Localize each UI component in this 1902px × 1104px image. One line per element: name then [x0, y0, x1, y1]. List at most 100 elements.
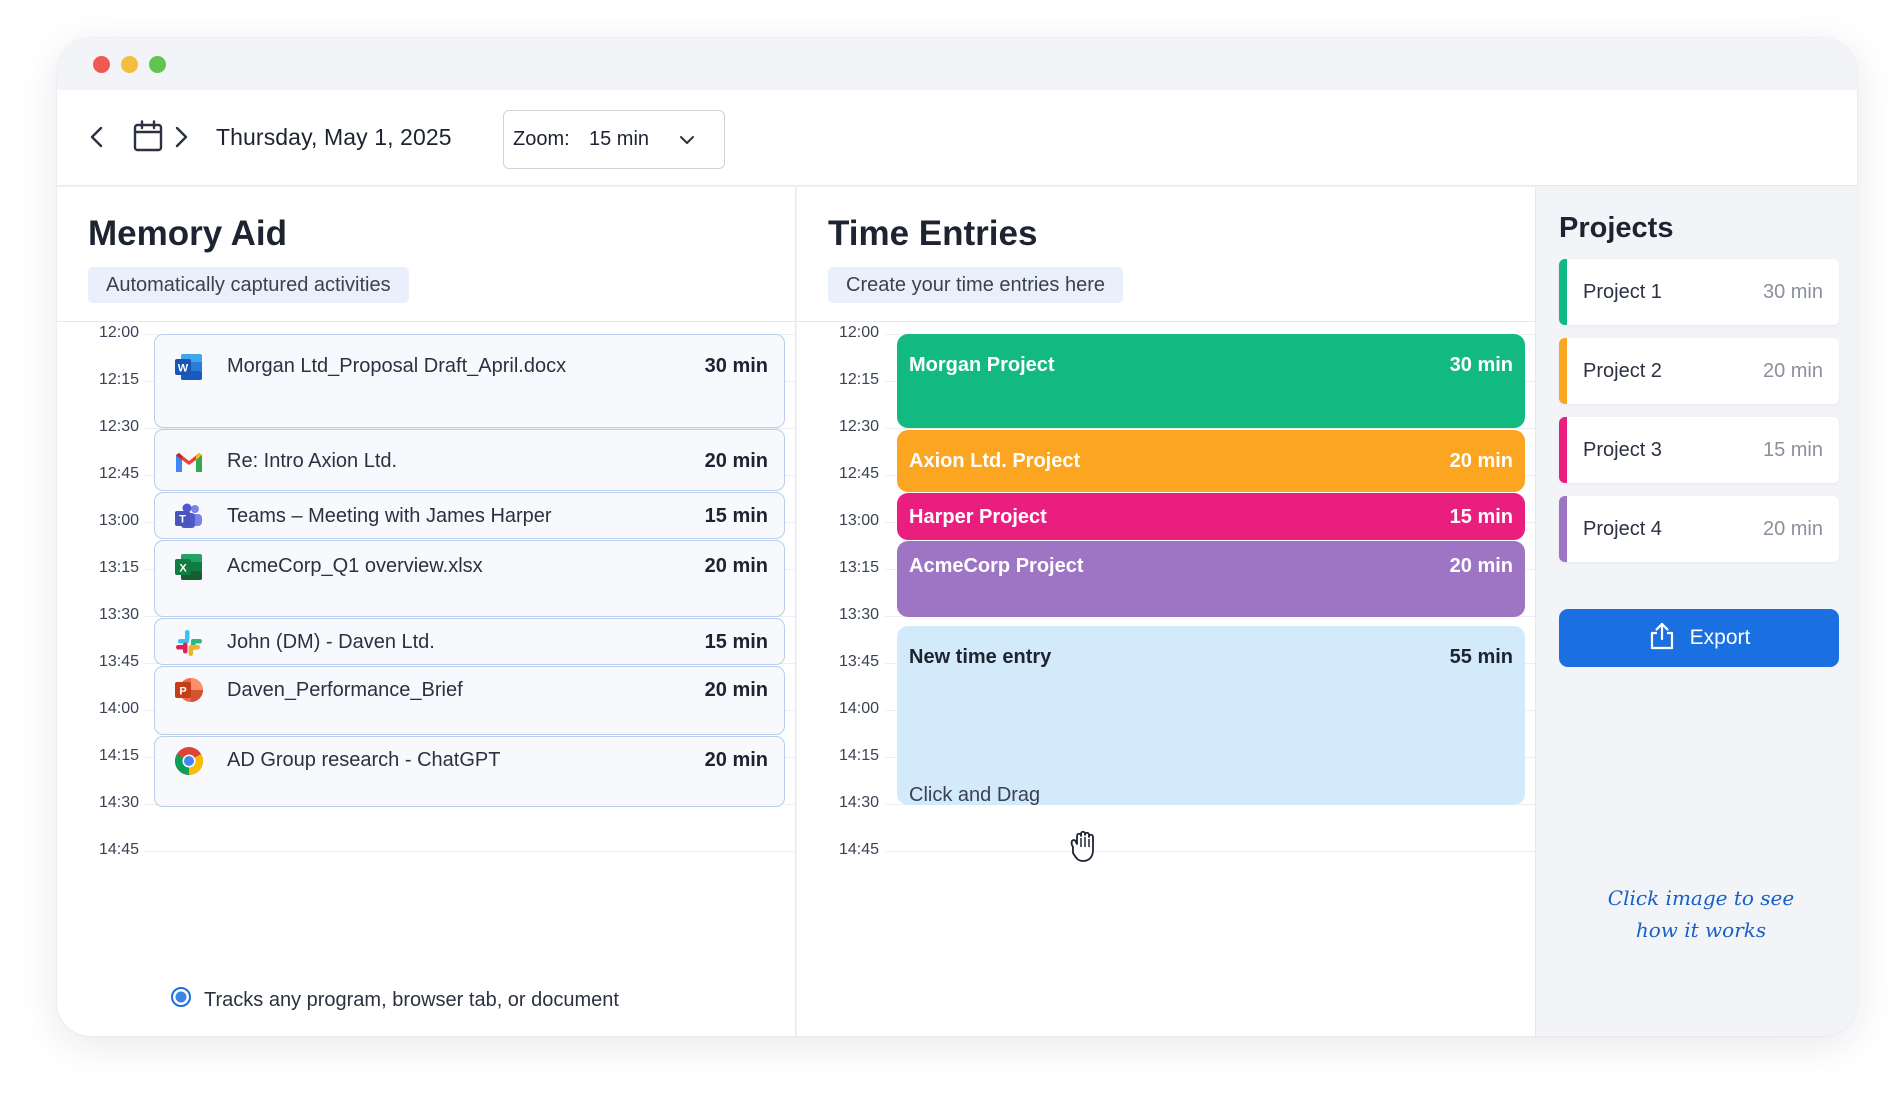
activity-name: John (DM) - Daven Ltd. [227, 631, 435, 654]
time-tick-label: 13:45 [797, 653, 879, 671]
calendar-icon[interactable] [133, 120, 163, 152]
svg-text:X: X [179, 563, 187, 575]
activity-item[interactable]: AD Group research - ChatGPT 20 min [154, 736, 785, 807]
hint-line-2: how it works [1596, 914, 1806, 946]
projects-title: Projects [1559, 212, 1673, 245]
project-duration: 20 min [1763, 518, 1823, 541]
time-entries-timeline: 14:4514:3014:1514:0013:4513:3013:1513:00… [797, 323, 1535, 1036]
excel-icon: X [173, 551, 205, 583]
close-window-button[interactable] [93, 56, 110, 73]
time-tick-label: 13:00 [57, 512, 139, 530]
time-tick-label: 12:00 [57, 324, 139, 342]
activity-name: Morgan Ltd_Proposal Draft_April.docx [227, 355, 566, 378]
slack-icon [173, 627, 205, 659]
time-tick-label: 14:30 [797, 794, 879, 812]
memory-aid-title: Memory Aid [88, 214, 287, 254]
export-button[interactable]: Export [1559, 609, 1839, 667]
time-tick-label: 13:30 [57, 606, 139, 624]
activity-duration: 20 min [705, 679, 768, 702]
project-card[interactable]: Project 4 20 min [1559, 496, 1839, 562]
how-it-works-hint: Click image to see how it works [1596, 882, 1806, 946]
chrome-icon [173, 745, 205, 777]
time-tick-label: 14:15 [57, 747, 139, 765]
project-name: Project 4 [1583, 518, 1662, 541]
teams-icon: T [173, 501, 205, 533]
memory-aid-panel: Memory Aid Automatically captured activi… [57, 187, 796, 1036]
time-entry-duration: 15 min [1450, 506, 1513, 529]
time-entry-duration: 20 min [1450, 555, 1513, 578]
time-tick-label: 13:30 [797, 606, 879, 624]
chevron-down-icon [676, 129, 698, 156]
memory-aid-header: Memory Aid Automatically captured activi… [57, 187, 795, 322]
time-tick-label: 12:30 [797, 418, 879, 436]
time-entry-duration: 55 min [1450, 646, 1513, 669]
project-name: Project 1 [1583, 281, 1662, 304]
hint-line-1: Click image to see [1596, 882, 1806, 914]
activity-item[interactable]: John (DM) - Daven Ltd. 15 min [154, 618, 785, 665]
activity-item[interactable]: P Daven_Performance_Brief 20 min [154, 666, 785, 735]
activity-item[interactable]: Re: Intro Axion Ltd. 20 min [154, 429, 785, 491]
activity-duration: 30 min [705, 355, 768, 378]
powerpoint-icon: P [173, 674, 205, 706]
time-entries-header: Time Entries Create your time entries he… [797, 187, 1535, 322]
share-export-icon [1648, 621, 1676, 656]
memory-aid-subtitle: Automatically captured activities [88, 267, 409, 303]
chevron-left-icon[interactable] [86, 124, 108, 150]
time-tick-label: 14:30 [57, 794, 139, 812]
time-tick-label: 12:30 [57, 418, 139, 436]
chevron-right-icon[interactable] [170, 124, 192, 150]
time-entry-name: Axion Ltd. Project [909, 450, 1080, 473]
project-card[interactable]: Project 3 15 min [1559, 417, 1839, 483]
time-entries-panel: Time Entries Create your time entries he… [797, 187, 1536, 1036]
activity-name: AcmeCorp_Q1 overview.xlsx [227, 555, 483, 578]
activity-item[interactable]: T Teams – Meeting with James Harper 15 m… [154, 492, 785, 539]
svg-text:W: W [178, 363, 189, 375]
memory-aid-timeline: 14:4514:3014:1514:0013:4513:3013:1513:00… [57, 323, 795, 1036]
time-tick-label: 13:15 [57, 559, 139, 577]
tracking-note-text: Tracks any program, browser tab, or docu… [204, 989, 619, 1012]
maximize-window-button[interactable] [149, 56, 166, 73]
project-duration: 30 min [1763, 281, 1823, 304]
new-time-entry[interactable]: New time entry 55 min Click and Drag [897, 626, 1525, 805]
tracking-note: Tracks any program, browser tab, or docu… [170, 986, 619, 1014]
minimize-window-button[interactable] [121, 56, 138, 73]
project-duration: 20 min [1763, 360, 1823, 383]
time-tick-label: 12:45 [797, 465, 879, 483]
activity-item[interactable]: W Morgan Ltd_Proposal Draft_April.docx 3… [154, 334, 785, 428]
project-name: Project 2 [1583, 360, 1662, 383]
time-tick-label: 12:15 [57, 371, 139, 389]
toolbar: Thursday, May 1, 2025 Zoom: 15 min [57, 90, 1857, 186]
time-entries-title: Time Entries [828, 214, 1037, 254]
time-entry[interactable]: Harper Project 15 min [897, 493, 1525, 540]
project-card[interactable]: Project 2 20 min [1559, 338, 1839, 404]
time-tick-label: 12:45 [57, 465, 139, 483]
time-tick-label: 13:00 [797, 512, 879, 530]
activity-duration: 20 min [705, 555, 768, 578]
word-icon: W [173, 351, 205, 383]
time-entry[interactable]: Axion Ltd. Project 20 min [897, 430, 1525, 492]
zoom-select[interactable]: Zoom: 15 min [503, 110, 725, 169]
activity-name: Teams – Meeting with James Harper [227, 505, 552, 528]
grab-hand-icon [1064, 826, 1104, 866]
time-entry-duration: 20 min [1450, 450, 1513, 473]
project-card[interactable]: Project 1 30 min [1559, 259, 1839, 325]
project-color-bar [1559, 496, 1567, 562]
time-tick-label: 13:15 [797, 559, 879, 577]
timeline-gridline [885, 851, 1535, 852]
timeline-gridline [145, 851, 795, 852]
time-entry[interactable]: Morgan Project 30 min [897, 334, 1525, 428]
activity-name: Daven_Performance_Brief [227, 679, 463, 702]
activity-name: Re: Intro Axion Ltd. [227, 450, 397, 473]
time-entry-name: New time entry [909, 646, 1051, 669]
svg-text:P: P [179, 686, 186, 698]
time-entry[interactable]: AcmeCorp Project 20 min [897, 541, 1525, 617]
time-tick-label: 14:45 [57, 841, 139, 859]
activity-duration: 15 min [705, 631, 768, 654]
activity-duration: 20 min [705, 749, 768, 772]
timeline-gridline [885, 428, 1535, 429]
activity-item[interactable]: X AcmeCorp_Q1 overview.xlsx 20 min [154, 540, 785, 617]
app-window: Thursday, May 1, 2025 Zoom: 15 min Memor… [57, 38, 1857, 1036]
activity-duration: 20 min [705, 450, 768, 473]
project-color-bar [1559, 338, 1567, 404]
project-name: Project 3 [1583, 439, 1662, 462]
